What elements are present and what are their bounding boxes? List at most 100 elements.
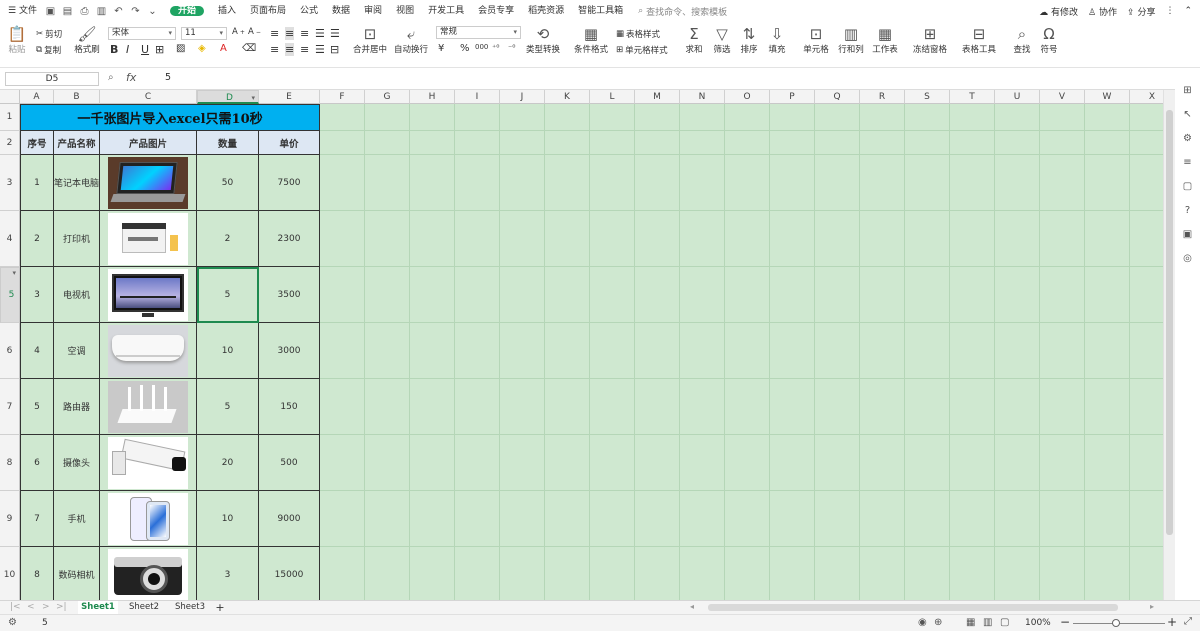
- column-header[interactable]: W: [1085, 90, 1130, 104]
- symbol-button[interactable]: Ω 符号: [1037, 25, 1061, 55]
- save-icon[interactable]: ▣: [44, 5, 57, 18]
- column-header[interactable]: B: [54, 90, 100, 104]
- macro-icon[interactable]: ⚙: [8, 617, 17, 628]
- fx-icon[interactable]: fx: [126, 71, 136, 84]
- decrease-decimal-icon[interactable]: ⁻⁰: [508, 43, 515, 52]
- tab-item[interactable]: 视图: [389, 0, 421, 22]
- print-preview-icon[interactable]: ▥: [95, 5, 108, 18]
- tab-item[interactable]: 开始: [163, 0, 211, 22]
- add-sheet-button[interactable]: +: [213, 601, 227, 614]
- column-header[interactable]: K: [545, 90, 590, 104]
- print-icon[interactable]: ⎙: [78, 5, 91, 18]
- next-sheet-icon[interactable]: >: [42, 601, 50, 614]
- customize-chevron-icon[interactable]: ⌄: [146, 5, 159, 18]
- help-icon[interactable]: ?: [1181, 204, 1194, 217]
- first-sheet-icon[interactable]: |<: [10, 601, 21, 614]
- row-header[interactable]: 10: [0, 547, 20, 600]
- table-cell[interactable]: 数码相机: [54, 547, 100, 600]
- row-header[interactable]: 1: [0, 104, 20, 131]
- collapse-ribbon-icon[interactable]: ⌃: [1184, 6, 1192, 16]
- table-tools-button[interactable]: ⊟ 表格工具: [960, 25, 998, 55]
- align-center-icon[interactable]: ≡: [285, 43, 295, 56]
- column-header[interactable]: E: [259, 90, 320, 104]
- more-icon[interactable]: ⋮: [1165, 6, 1174, 16]
- thousands-button[interactable]: 000: [475, 43, 488, 51]
- table-cell[interactable]: 3: [197, 547, 259, 600]
- row-header[interactable]: 8: [0, 435, 20, 491]
- table-cell[interactable]: 手机: [54, 491, 100, 547]
- formula-input[interactable]: 5: [165, 72, 171, 83]
- tab-item[interactable]: 智能工具箱: [571, 0, 630, 22]
- indent-icon[interactable]: ☰: [315, 27, 325, 40]
- printer-image[interactable]: [108, 212, 188, 265]
- prev-sheet-icon[interactable]: <: [27, 601, 35, 614]
- merge-center-button[interactable]: ⊡ 合并居中: [350, 25, 390, 55]
- table-cell[interactable]: 1: [20, 155, 54, 211]
- border-icon[interactable]: ⊞: [155, 43, 164, 56]
- table-cell[interactable]: 9000: [259, 491, 320, 547]
- number-format-select[interactable]: 常规: [436, 26, 521, 39]
- scroll-left-icon[interactable]: ◂: [690, 602, 694, 611]
- table-cell[interactable]: 150: [259, 379, 320, 435]
- type-convert-button[interactable]: ⟲ 类型转换: [524, 25, 562, 55]
- cell-style-button[interactable]: ⊞ 单元格样式: [616, 44, 668, 56]
- zoom-level[interactable]: 100%: [1025, 618, 1051, 628]
- tab-item[interactable]: 开发工具: [421, 0, 471, 22]
- tab-item[interactable]: 审阅: [357, 0, 389, 22]
- currency-button[interactable]: ¥: [438, 43, 444, 54]
- product-image-cell[interactable]: [100, 491, 197, 547]
- file-menu[interactable]: ☰ 文件: [0, 0, 44, 22]
- tab-item[interactable]: 会员专享: [471, 0, 521, 22]
- grid-icon[interactable]: ⊞: [1181, 84, 1194, 97]
- zoom-in-button[interactable]: +: [1167, 615, 1177, 629]
- language-icon[interactable]: ⊕: [934, 617, 942, 628]
- undo-icon[interactable]: ↶: [112, 5, 125, 18]
- sort-button[interactable]: ⇅ 排序: [737, 25, 761, 55]
- export-pdf-icon[interactable]: ▤: [61, 5, 74, 18]
- conditional-format-button[interactable]: ▦ 条件格式: [572, 25, 610, 55]
- column-header[interactable]: D: [197, 90, 259, 105]
- table-cell[interactable]: 20: [197, 435, 259, 491]
- tab-sheet2[interactable]: Sheet2: [124, 601, 164, 614]
- tv-image[interactable]: [108, 268, 188, 321]
- row-header[interactable]: 2: [0, 131, 20, 155]
- cut-button[interactable]: ✂ 剪切: [36, 28, 62, 40]
- table-cell[interactable]: 空调: [54, 323, 100, 379]
- filter-button[interactable]: ▽ 筛选: [710, 25, 734, 55]
- eye-protect-icon[interactable]: ◉: [918, 617, 927, 628]
- find-button[interactable]: ⌕ 查找: [1010, 25, 1034, 55]
- product-image-cell[interactable]: [100, 379, 197, 435]
- product-image-cell[interactable]: [100, 547, 197, 600]
- font-name-select[interactable]: 宋体: [108, 27, 176, 40]
- table-cell[interactable]: 500: [259, 435, 320, 491]
- table-header-cell[interactable]: 序号: [20, 131, 54, 155]
- normal-view-icon[interactable]: ▦: [966, 617, 975, 628]
- column-header[interactable]: T: [950, 90, 995, 104]
- laptop-image[interactable]: [108, 156, 188, 209]
- freeze-panes-button[interactable]: ⊞ 冻结窗格: [910, 25, 950, 55]
- column-header[interactable]: V: [1040, 90, 1085, 104]
- table-cell[interactable]: 2: [20, 211, 54, 267]
- table-header-cell[interactable]: 数量: [197, 131, 259, 155]
- bold-button[interactable]: B: [110, 43, 118, 56]
- product-image-cell[interactable]: [100, 155, 197, 211]
- table-cell[interactable]: 5: [197, 267, 259, 323]
- product-image-cell[interactable]: [100, 267, 197, 323]
- align-left-icon[interactable]: ≡: [270, 43, 279, 56]
- distribute-icon[interactable]: ⊟: [330, 43, 339, 56]
- column-header[interactable]: A: [20, 90, 54, 104]
- cell-color-icon[interactable]: ▨: [176, 43, 185, 54]
- paste-button[interactable]: 📋 粘贴: [6, 25, 28, 55]
- zoom-search-icon[interactable]: ⌕: [108, 72, 114, 83]
- table-cell[interactable]: 路由器: [54, 379, 100, 435]
- router-image[interactable]: [108, 380, 188, 433]
- table-header-cell[interactable]: 产品图片: [100, 131, 197, 155]
- table-cell[interactable]: 8: [20, 547, 54, 600]
- column-header[interactable]: C: [100, 90, 197, 104]
- select-all-corner[interactable]: [0, 90, 20, 104]
- table-cell[interactable]: 5: [197, 379, 259, 435]
- tab-item[interactable]: 稻壳资源: [521, 0, 571, 22]
- fill-color-icon[interactable]: ◈: [198, 43, 206, 54]
- table-cell[interactable]: 6: [20, 435, 54, 491]
- font-shrink-icon[interactable]: A −: [248, 27, 261, 37]
